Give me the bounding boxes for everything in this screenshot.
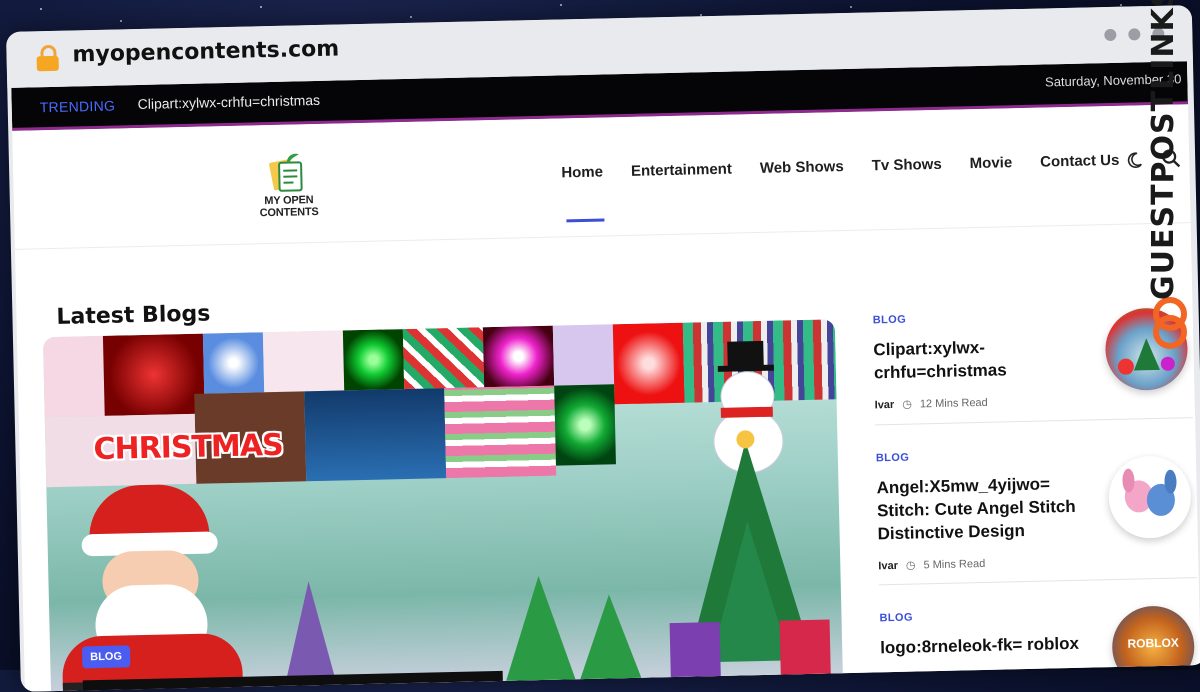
post-title[interactable]: Clipart:xylwx-crhfu=christmas	[873, 334, 1084, 385]
logo-icon	[233, 149, 344, 195]
window-dot-icon[interactable]	[1104, 29, 1116, 41]
watermark-text: GUESTPOSTLINKS	[1146, 0, 1181, 300]
star	[260, 6, 262, 8]
nav-contact-us[interactable]: Contact Us	[1040, 152, 1120, 171]
main-nav: Home Entertainment Web Shows Tv Shows Mo…	[561, 152, 1119, 182]
post-meta: Ivar ◷ 5 Mins Read	[878, 552, 1198, 572]
site-header: MY OPEN CONTENTS Home Entertainment Web …	[12, 104, 1190, 250]
post-thumbnail[interactable]	[1108, 455, 1192, 539]
post-author[interactable]: Ivar	[881, 673, 901, 685]
post-read-time: 5 Mins Read	[923, 557, 985, 570]
site-logo[interactable]: MY OPEN CONTENTS	[233, 149, 345, 221]
star	[410, 16, 412, 18]
sidebar-divider	[875, 417, 1193, 425]
featured-post-image[interactable]: CHRISTMAS	[43, 319, 843, 692]
christmas-trees	[43, 319, 843, 692]
post-author[interactable]: Ivar	[875, 398, 895, 410]
browser-window: myopencontents.com TRENDING Clipart:xylw…	[6, 5, 1200, 692]
nav-active-indicator	[566, 218, 604, 222]
logo-text: MY OPEN CONTENTS	[234, 193, 345, 219]
nav-home[interactable]: Home	[561, 163, 603, 181]
sidebar-post[interactable]: BLOG Angel:X5mw_4yijwo= Stitch: Cute Ang…	[876, 445, 1199, 572]
nav-web-shows[interactable]: Web Shows	[760, 158, 844, 177]
post-thumbnail[interactable]: ROBLOX	[1111, 605, 1195, 689]
lock-icon	[36, 45, 59, 71]
post-meta: Ivar ◷ 12 Mins Read	[875, 391, 1195, 411]
post-title[interactable]: Angel:X5mw_4yijwo= Stitch: Cute Angel St…	[876, 472, 1088, 546]
address-bar-url[interactable]: myopencontents.com	[72, 36, 339, 67]
clock-icon: ◷	[908, 672, 918, 685]
nav-entertainment[interactable]: Entertainment	[631, 161, 732, 180]
window-dot-icon[interactable]	[1128, 28, 1140, 40]
trending-label: TRENDING	[40, 98, 116, 116]
sidebar-post[interactable]: BLOG logo:8rneleok-fk= roblox Ivar ◷ 15 …	[879, 605, 1200, 686]
stitch-art	[1108, 455, 1192, 539]
nav-movie[interactable]: Movie	[970, 154, 1013, 172]
clock-icon: ◷	[906, 559, 916, 572]
post-meta: Ivar ◷ 15 Mins Read	[881, 666, 1200, 686]
trending-link[interactable]: Clipart:xylwx-crhfu=christmas	[137, 92, 320, 112]
roblox-logo-text: ROBLOX	[1122, 635, 1184, 650]
post-read-time: 15 Mins Read	[926, 671, 994, 685]
star	[560, 4, 562, 6]
clock-icon: ◷	[902, 398, 912, 411]
sidebar-divider	[879, 577, 1197, 585]
star	[40, 8, 42, 10]
nav-tv-shows[interactable]: Tv Shows	[872, 156, 942, 175]
post-title[interactable]: logo:8rneleok-fk= roblox	[880, 632, 1090, 660]
section-title: Latest Blogs	[56, 301, 210, 329]
star	[850, 6, 852, 8]
star	[120, 20, 122, 22]
post-author[interactable]: Ivar	[878, 559, 898, 571]
featured-category-badge[interactable]: BLOG	[82, 645, 130, 668]
post-read-time: 12 Mins Read	[920, 396, 988, 410]
website: TRENDING Clipart:xylwx-crhfu=christmas S…	[11, 61, 1200, 692]
